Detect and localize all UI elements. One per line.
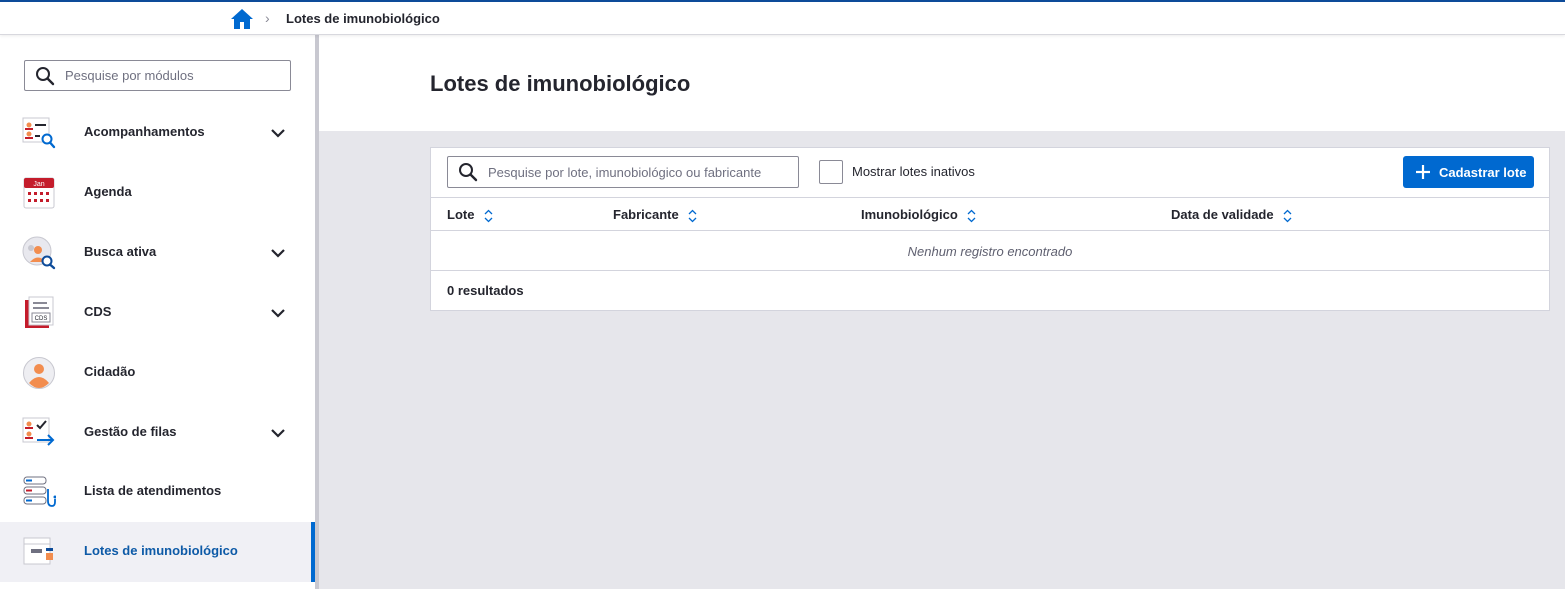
sort-icon [1283, 209, 1292, 222]
cadastrar-lote-button[interactable]: Cadastrar lote [1403, 156, 1534, 188]
plus-icon [1416, 165, 1430, 179]
column-label: Imunobiológico [861, 207, 958, 222]
page-header: Lotes de imunobiológico [319, 35, 1565, 131]
sidebar-item-label: Agenda [84, 184, 132, 199]
chevron-down-icon[interactable] [270, 305, 286, 321]
sidebar-item-gestao-de-filas[interactable]: Gestão de filas [0, 403, 315, 463]
sort-icon [967, 209, 976, 222]
sidebar-item-acompanhamentos[interactable]: Acompanhamentos [0, 103, 315, 163]
page-title: Lotes de imunobiológico [430, 71, 691, 96]
cds-doc-text: CDS [35, 316, 48, 322]
sidebar-item-label: Busca ativa [84, 244, 157, 259]
column-header-fabricante[interactable]: Fabricante [613, 207, 697, 223]
column-header-lote[interactable]: Lote [447, 207, 493, 223]
sidebar-item-label: Lista de atendimentos [84, 483, 222, 498]
search-icon [459, 163, 478, 182]
lote-search-input[interactable] [488, 157, 793, 187]
calendar-month-text: Jan [33, 181, 44, 188]
queue-icon [22, 417, 55, 446]
sidebar-item-lotes-de-imunobiologico[interactable]: Lotes de imunobiológico [0, 522, 315, 582]
chevron-down-icon[interactable] [270, 245, 286, 261]
chevron-down-icon[interactable] [270, 125, 286, 141]
column-label: Lote [447, 207, 475, 222]
sidebar-item-label: CDS [84, 304, 112, 319]
lote-search[interactable] [447, 156, 799, 188]
sort-icon [484, 209, 493, 222]
active-indicator [311, 522, 315, 582]
column-header-imunobiologico[interactable]: Imunobiológico [861, 207, 976, 223]
sidebar-item-label: Lotes de imunobiológico [84, 543, 238, 558]
sidebar-item-agenda[interactable]: Jan Agenda [0, 163, 315, 223]
module-search[interactable] [24, 60, 291, 91]
chevron-down-icon[interactable] [270, 425, 286, 441]
sort-icon [688, 209, 697, 222]
breadcrumb-separator-icon: › [265, 10, 270, 26]
empty-message: Nenhum registro encontrado [907, 244, 1073, 259]
busca-ativa-icon [22, 236, 56, 270]
breadcrumb-current: Lotes de imunobiológico [286, 11, 440, 26]
search-icon [36, 67, 55, 86]
sidebar-item-label: Cidadão [84, 364, 136, 379]
calendar-icon: Jan [23, 177, 55, 209]
empty-table-row: Nenhum registro encontrado [431, 231, 1549, 271]
module-search-input[interactable] [65, 61, 285, 90]
sidebar-item-lista-de-atendimentos[interactable]: Lista de atendimentos [0, 462, 315, 522]
lotes-card: Mostrar lotes inativos Cadastrar lote Lo… [430, 147, 1550, 311]
acompanhamentos-icon [22, 117, 56, 149]
column-label: Fabricante [613, 207, 679, 222]
column-label: Data de validade [1171, 207, 1274, 222]
cds-document-icon: CDS [25, 296, 54, 328]
sidebar: Acompanhamentos Jan Agenda Busca ativa [0, 35, 319, 589]
box-icon [23, 537, 53, 565]
column-header-data-de-validade[interactable]: Data de validade [1171, 207, 1292, 223]
stethoscope-list-icon [23, 476, 56, 507]
sidebar-item-label: Acompanhamentos [84, 124, 205, 139]
show-inactive-label[interactable]: Mostrar lotes inativos [852, 164, 975, 179]
sidebar-item-cidadao[interactable]: Cidadão [0, 343, 315, 403]
results-count: 0 resultados [447, 283, 524, 298]
sidebar-item-label: Gestão de filas [84, 424, 177, 439]
home-icon[interactable] [230, 8, 254, 30]
sidebar-item-cds[interactable]: CDS CDS [0, 283, 315, 343]
show-inactive-checkbox[interactable] [819, 160, 843, 184]
cadastrar-lote-label: Cadastrar lote [1439, 165, 1527, 180]
top-bar: › Lotes de imunobiológico [0, 0, 1565, 35]
person-icon [23, 357, 55, 389]
table-header: Lote Fabricante Imunobiológico Data de v… [431, 197, 1549, 231]
sidebar-item-busca-ativa[interactable]: Busca ativa [0, 223, 315, 283]
